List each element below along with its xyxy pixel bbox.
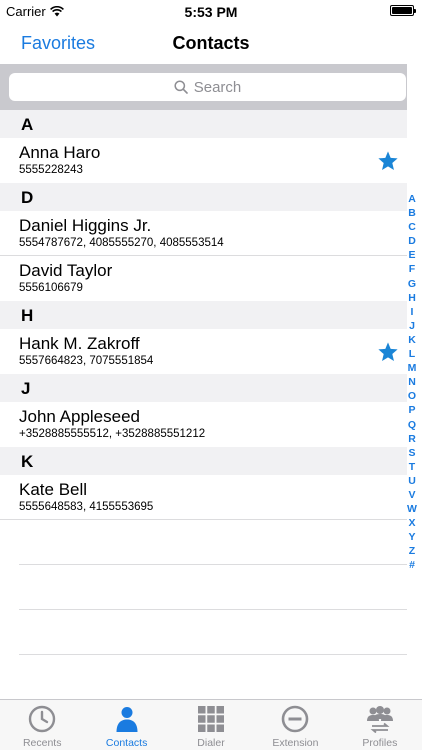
contact-name: Hank M. Zakroff xyxy=(19,334,140,353)
index-letter[interactable]: L xyxy=(409,347,415,361)
person-icon xyxy=(116,707,138,732)
index-letter[interactable]: W xyxy=(407,502,417,516)
contact-name: Anna Haro xyxy=(19,143,101,162)
contact-phones: 5555648583, 4155553695 xyxy=(19,501,154,513)
empty-row xyxy=(19,610,407,655)
tab-profiles[interactable]: Profiles xyxy=(338,700,422,750)
empty-row xyxy=(19,565,407,610)
status-time: 5:53 PM xyxy=(184,4,238,20)
index-letter[interactable]: F xyxy=(409,262,415,276)
section-header-j: J xyxy=(0,374,407,402)
index-letter[interactable]: G xyxy=(408,277,416,291)
index-letter[interactable]: Y xyxy=(408,530,415,544)
section-header-d: D xyxy=(0,183,407,211)
index-letter[interactable]: I xyxy=(411,305,414,319)
tab-bar: Recents Contacts Dialer Extension Profil… xyxy=(0,699,422,750)
tab-label: Contacts xyxy=(105,737,148,749)
contact-name: John Appleseed xyxy=(19,407,140,426)
contact-phones: 5557664823, 7075551854 xyxy=(19,355,154,367)
tab-label: Extension xyxy=(272,737,319,749)
index-letter[interactable]: V xyxy=(408,488,415,502)
profiles-icon xyxy=(366,706,393,733)
contact-row[interactable]: Anna Haro 5555228243 xyxy=(0,138,407,183)
search-icon xyxy=(174,80,188,94)
contact-phones: +3528885555512, +3528885551212 xyxy=(19,428,206,440)
clock-icon xyxy=(29,705,56,733)
contact-row[interactable]: David Taylor 5556106679 xyxy=(0,256,407,301)
index-letter[interactable]: C xyxy=(408,220,416,234)
section-header-a: A xyxy=(0,110,407,138)
index-letter[interactable]: P xyxy=(408,403,415,417)
contacts-list: A Anna Haro 5555228243 D Daniel Higgins … xyxy=(0,110,407,655)
empty-row xyxy=(19,520,407,565)
tab-contacts[interactable]: Contacts xyxy=(84,700,168,750)
tab-label: Recents xyxy=(22,737,62,749)
favorite-star-icon[interactable] xyxy=(377,341,399,363)
keypad-icon xyxy=(198,706,225,732)
index-letter[interactable]: N xyxy=(408,375,416,389)
tab-extension[interactable]: Extension xyxy=(253,700,337,750)
index-letter[interactable]: S xyxy=(408,446,415,460)
search-input[interactable]: Search xyxy=(9,73,406,101)
battery-icon xyxy=(390,5,416,16)
status-bar: Carrier 5:53 PM xyxy=(0,0,422,24)
contact-row[interactable]: Daniel Higgins Jr. 5554787672, 408555527… xyxy=(0,211,407,256)
index-letter[interactable]: O xyxy=(408,389,416,403)
page-title: Contacts xyxy=(172,33,250,53)
contact-name: Daniel Higgins Jr. xyxy=(19,216,152,235)
index-letter[interactable]: U xyxy=(408,474,416,488)
contact-name: Kate Bell xyxy=(19,480,88,499)
tab-label: Dialer xyxy=(197,737,225,749)
index-letter[interactable]: Q xyxy=(408,418,416,432)
index-letter[interactable]: B xyxy=(408,206,416,220)
minus-circle-icon xyxy=(282,705,309,733)
index-letter[interactable]: Z xyxy=(409,544,415,558)
contact-row[interactable]: Kate Bell 5555648583, 4155553695 xyxy=(0,475,407,520)
index-letter[interactable]: A xyxy=(408,192,416,206)
index-letter[interactable]: E xyxy=(408,248,415,262)
section-index[interactable]: A B C D E F G H I J K L M N O P Q R S T … xyxy=(404,192,420,573)
search-bar: Search xyxy=(0,64,407,110)
index-letter[interactable]: H xyxy=(408,291,416,305)
index-letter[interactable]: # xyxy=(409,558,415,572)
contact-phones: 5556106679 xyxy=(19,282,83,294)
favorite-star-icon[interactable] xyxy=(377,150,399,172)
contact-row[interactable]: Hank M. Zakroff 5557664823, 7075551854 xyxy=(0,329,407,374)
navigation-bar: Favorites Contacts xyxy=(0,24,422,64)
tab-recents[interactable]: Recents xyxy=(0,700,84,750)
contact-phones: 5555228243 xyxy=(19,164,83,176)
section-header-h: H xyxy=(0,301,407,329)
index-letter[interactable]: T xyxy=(409,460,415,474)
index-letter[interactable]: D xyxy=(408,234,416,248)
index-letter[interactable]: M xyxy=(408,361,417,375)
section-header-k: K xyxy=(0,447,407,475)
contact-name: David Taylor xyxy=(19,261,113,280)
tab-label: Profiles xyxy=(362,737,398,749)
index-letter[interactable]: K xyxy=(408,333,416,347)
contact-row[interactable]: John Appleseed +3528885555512, +35288855… xyxy=(0,402,407,447)
index-letter[interactable]: J xyxy=(409,319,415,333)
index-letter[interactable]: X xyxy=(408,516,415,530)
search-placeholder: Search xyxy=(193,78,242,96)
contact-phones: 5554787672, 4085555270, 4085553514 xyxy=(19,237,224,249)
index-letter[interactable]: R xyxy=(408,432,416,446)
tab-dialer[interactable]: Dialer xyxy=(169,700,253,750)
